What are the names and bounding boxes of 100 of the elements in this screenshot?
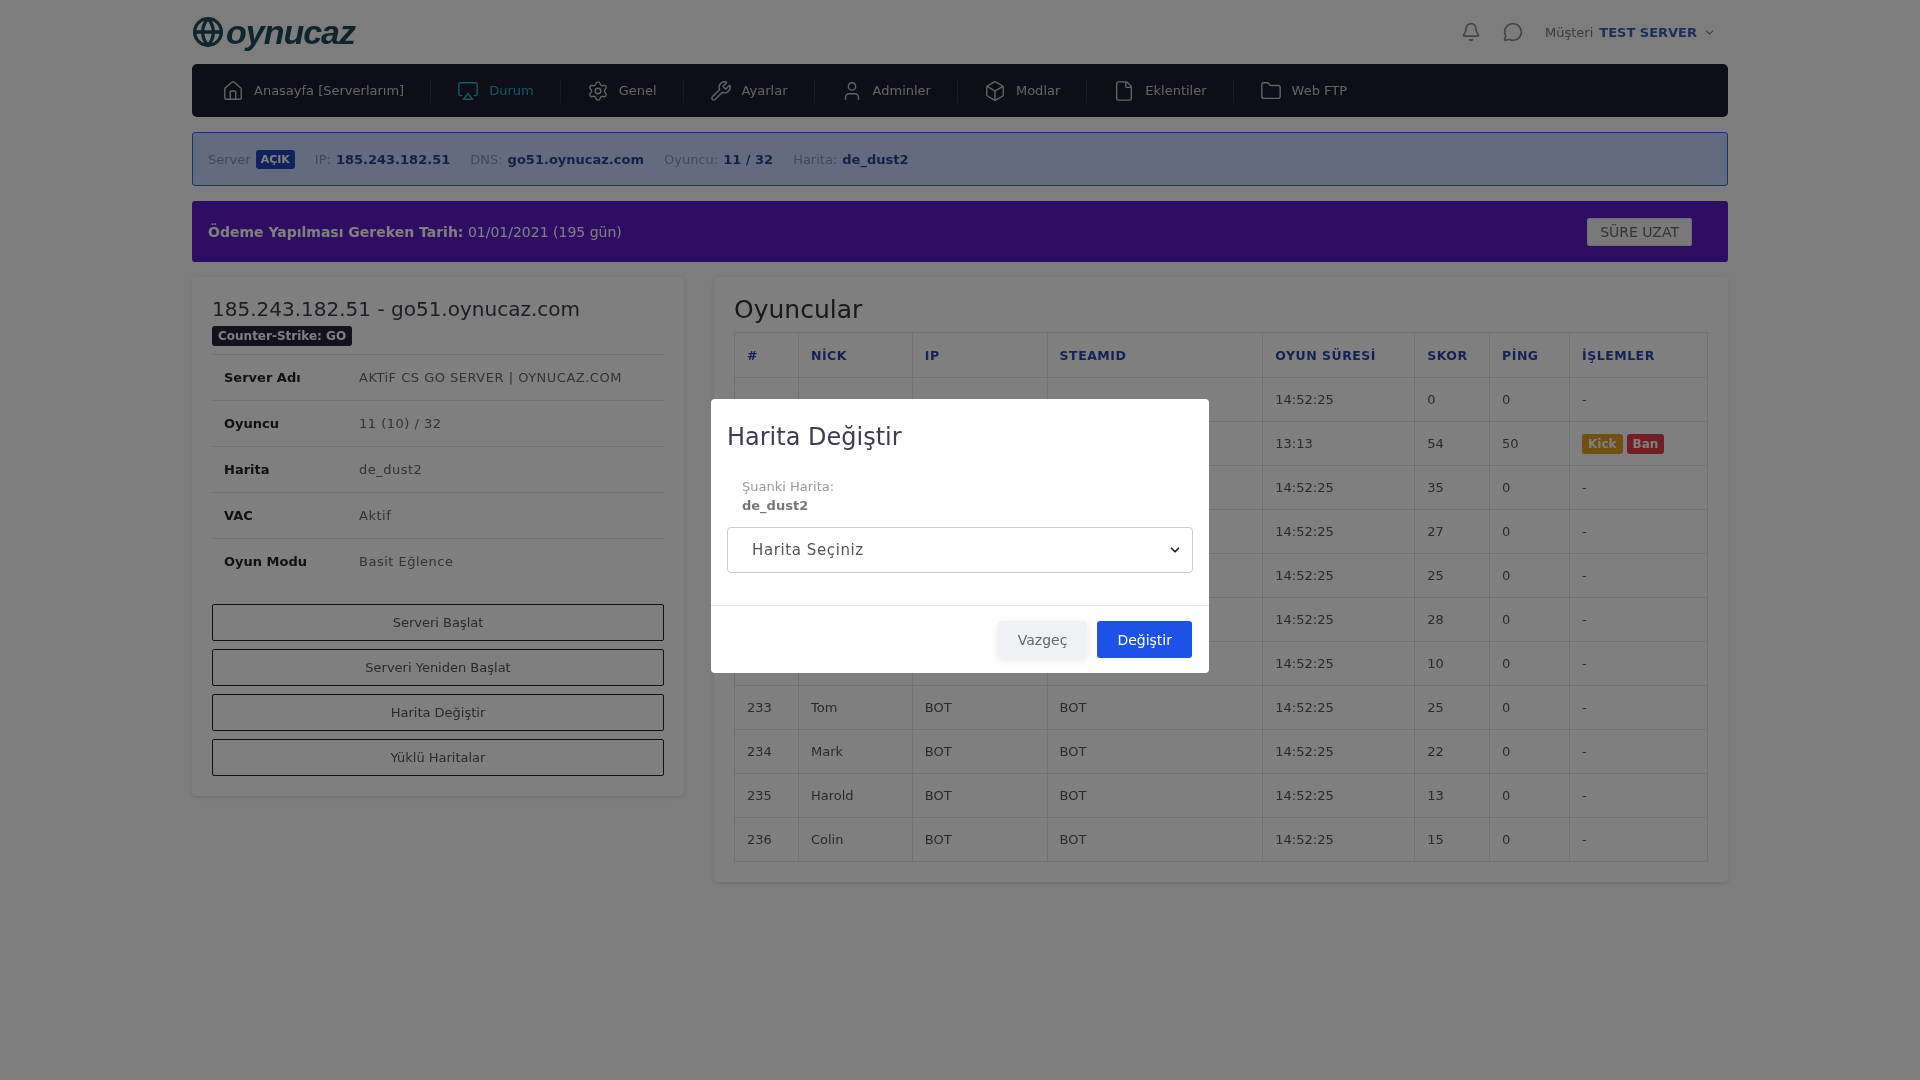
table-cell: Tom [798, 685, 913, 730]
column-header[interactable]: SKOR [1414, 332, 1490, 378]
info-value: de_dust2 [842, 151, 909, 167]
nav-item[interactable]: Anasayfa [Serverlarım] [210, 78, 432, 103]
detail-label: VAC [224, 508, 254, 523]
nav-item[interactable]: Durum [445, 78, 561, 103]
box-icon [983, 79, 1006, 102]
bell-icon[interactable] [1461, 22, 1481, 42]
column-header[interactable]: OYUN SÜRESİ [1262, 332, 1415, 378]
table-cell: 14:52:25 [1262, 597, 1415, 642]
table-cell: 14:52:25 [1262, 817, 1415, 862]
action-button[interactable]: Harita Değiştir [212, 694, 664, 731]
table-cell: BOT [1047, 685, 1263, 730]
nav-item[interactable]: Ayarlar [697, 78, 815, 103]
column-header[interactable]: IP [912, 332, 1048, 378]
current-map-label: Şuanki Harita: [741, 479, 836, 494]
table-cell: - [1569, 597, 1708, 642]
table-cell: Mark [798, 729, 913, 774]
action-button[interactable]: Serveri Başlat [212, 604, 664, 641]
table-cell: - [1569, 509, 1708, 554]
map-select[interactable]: Harita Seçiniz [727, 527, 1193, 573]
table-cell: 25 [1414, 685, 1490, 730]
table-cell: 233 [734, 685, 799, 730]
table-cell: 35 [1414, 465, 1490, 510]
action-button[interactable]: Yüklü Haritalar [212, 739, 664, 776]
payment-text: Ödeme Yapılması Gereken Tarih: 01/01/2021 (195 gün) [208, 223, 622, 240]
table-cell: - [1569, 817, 1708, 862]
column-header[interactable]: # [734, 332, 799, 378]
table-cell: Colin [798, 817, 913, 862]
column-header[interactable]: STEAMID [1047, 332, 1263, 378]
home-icon [222, 79, 244, 102]
table-cell: 50 [1489, 421, 1570, 466]
action-button[interactable]: Serveri Yeniden Başlat [212, 649, 664, 686]
table-cell: BOT [1047, 729, 1263, 774]
cancel-button[interactable]: Vazgeç [997, 621, 1088, 658]
table-cell: 0 [1414, 377, 1490, 422]
current-map-value: de_dust2 [741, 498, 810, 513]
card-title: Oyuncular [734, 295, 864, 324]
column-header[interactable]: İŞLEMLER [1569, 332, 1708, 378]
table-cell: BOT [912, 729, 1048, 774]
table-cell: 14:52:25 [1262, 377, 1415, 422]
table-cell: - [1569, 641, 1708, 686]
table-cell: 13:13 [1262, 421, 1415, 466]
table-cell: 27 [1414, 509, 1490, 554]
nav-item[interactable]: Modlar [971, 78, 1088, 103]
table-cell: 14:52:25 [1262, 509, 1415, 554]
info-value: go51.oynucaz.com [507, 151, 644, 167]
table-cell: 22 [1414, 729, 1490, 774]
table-cell: BOT [1047, 817, 1263, 862]
detail-value: Aktif [359, 508, 392, 523]
kick-button[interactable]: Kick [1582, 433, 1623, 454]
table-cell: 236 [734, 817, 799, 862]
table-cell: 0 [1489, 729, 1570, 774]
table-cell: 10 [1414, 641, 1490, 686]
table-cell: 28 [1414, 597, 1490, 642]
table-cell: 25 [1414, 553, 1490, 598]
column-header[interactable]: PİNG [1489, 332, 1570, 378]
table-cell: - [1569, 377, 1708, 422]
card-title: 185.243.182.51 - go51.oynucaz.com [212, 297, 581, 321]
detail-value: de_dust2 [359, 462, 423, 477]
account-menu[interactable]: Müşteri TEST SERVER [1545, 24, 1716, 40]
table-cell: 14:52:25 [1262, 465, 1415, 510]
ban-button[interactable]: Ban [1626, 433, 1665, 454]
modal-title: Harita Değiştir [726, 422, 903, 451]
table-cell: - [1569, 685, 1708, 730]
table-cell: 0 [1489, 641, 1570, 686]
info-value: 185.243.182.51 [335, 151, 451, 167]
table-cell: - [1569, 465, 1708, 510]
table-cell: 14:52:25 [1262, 553, 1415, 598]
gear-icon [586, 79, 609, 102]
extend-button[interactable]: SÜRE UZAT [1587, 217, 1692, 246]
game-badge: Counter-Strike: GO [212, 326, 353, 346]
nav-item[interactable]: Eklentiler [1101, 78, 1234, 103]
confirm-button[interactable]: Değiştir [1097, 621, 1192, 658]
nav-item[interactable]: Adminler [828, 78, 958, 103]
nav-item[interactable]: Genel [574, 78, 684, 103]
info-value: 11 / 32 [723, 151, 774, 167]
logo[interactable]: oynucaz [226, 12, 356, 52]
column-header[interactable]: NİCK [798, 332, 913, 378]
table-cell: BOT [912, 685, 1048, 730]
table-cell: BOT [912, 773, 1048, 818]
table-cell: - [1569, 773, 1708, 818]
chat-icon[interactable] [1503, 22, 1523, 42]
table-cell: 0 [1489, 685, 1570, 730]
screen-icon [457, 79, 480, 102]
detail-label: Server Adı [224, 370, 302, 385]
detail-label: Harita [224, 462, 271, 477]
table-cell: 14:52:25 [1262, 641, 1415, 686]
table-cell: Harold [798, 773, 913, 818]
table-cell: - [1569, 729, 1708, 774]
table-cell: - [1569, 553, 1708, 598]
table-cell: 15 [1414, 817, 1490, 862]
detail-label: Oyun Modu [224, 554, 308, 569]
table-cell: BOT [912, 817, 1048, 862]
table-cell: 235 [734, 773, 799, 818]
nav-item[interactable]: Web FTP [1247, 78, 1374, 103]
folder-icon [1259, 79, 1282, 102]
wrench-icon [709, 79, 732, 102]
table-cell: 0 [1489, 553, 1570, 598]
table-cell: BOT [1047, 773, 1263, 818]
